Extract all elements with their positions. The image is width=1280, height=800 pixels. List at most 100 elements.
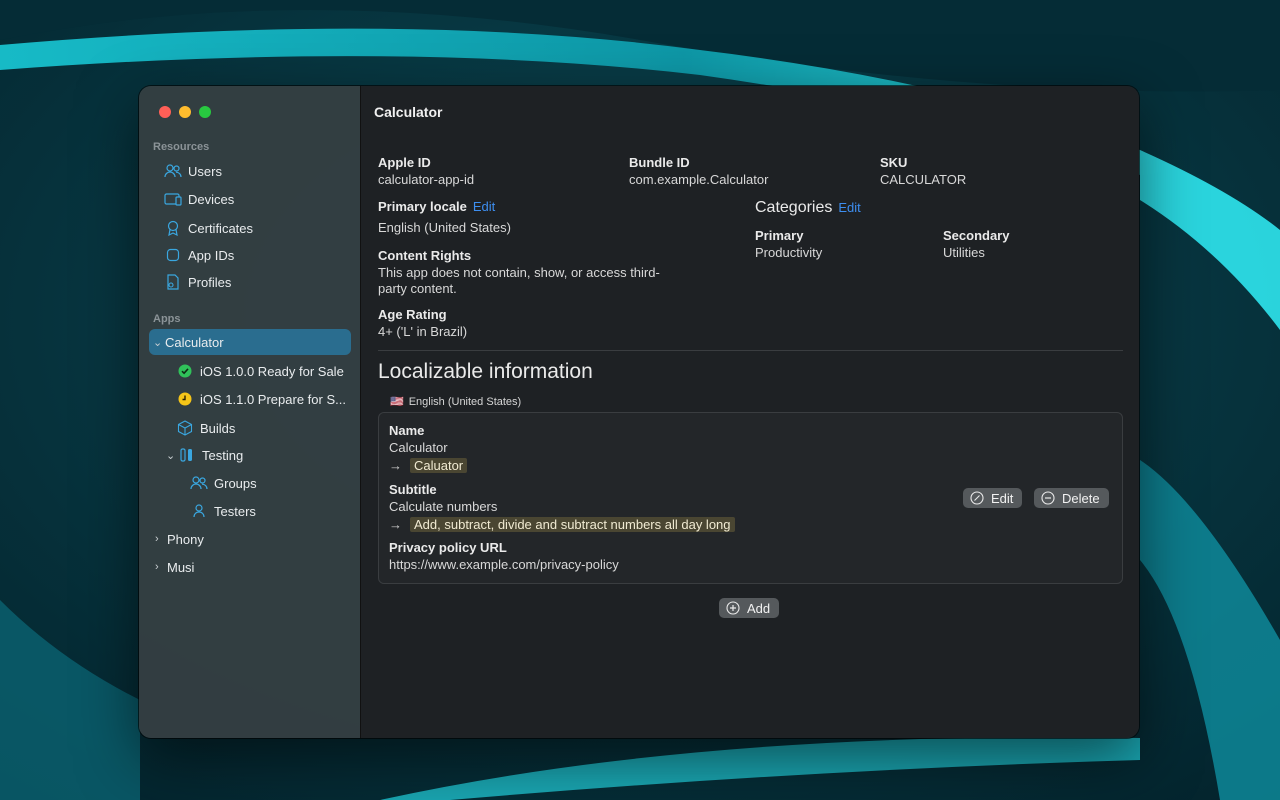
age-rating-field: Age Rating 4+ ('L' in Brazil) <box>378 307 467 340</box>
localization-card: Name Calculator → Caluator Subtitle Calcu… <box>378 412 1123 584</box>
sidebar-item-label: Builds <box>200 420 236 436</box>
sidebar-item-testers[interactable]: Testers <box>190 498 256 524</box>
localizable-heading: Localizable information <box>378 360 593 383</box>
delete-button-label: Delete <box>1062 490 1100 506</box>
delete-button[interactable]: Delete <box>1034 488 1109 508</box>
sidebar-item-label: Musi <box>167 559 195 575</box>
cube-icon <box>176 420 194 436</box>
subtitle-label: Subtitle <box>389 482 437 497</box>
edit-categories-link[interactable]: Edit <box>838 200 860 215</box>
privacy-url-label: Privacy policy URL <box>389 540 507 555</box>
edit-primary-locale-link[interactable]: Edit <box>473 199 495 214</box>
bundle-id-field: Bundle ID com.example.Calculator <box>629 155 768 188</box>
bundle-id-label: Bundle ID <box>629 155 690 170</box>
locale-selector[interactable]: 🇺🇸 English (United States) <box>390 395 522 409</box>
apple-id-label: Apple ID <box>378 155 431 170</box>
add-button[interactable]: Add <box>719 598 780 618</box>
edit-circle-icon <box>970 491 984 505</box>
primary-locale-value: English (United States) <box>378 220 511 235</box>
age-rating-value: 4+ ('L' in Brazil) <box>378 324 468 339</box>
sidebar-item-phony[interactable]: › Phony <box>155 526 204 552</box>
sidebar-item-devices[interactable]: Devices <box>164 186 234 212</box>
sku-field: SKU CALCULATOR <box>880 155 966 188</box>
content-rights-label: Content Rights <box>378 248 472 263</box>
edit-button[interactable]: Edit <box>963 488 1023 508</box>
privacy-url-value: https://www.example.com/privacy-policy <box>389 557 619 572</box>
secondary-category-value: Utilities <box>943 245 985 260</box>
content-rights-value: This app does not contain, show, or acce… <box>378 265 660 296</box>
chevron-down-icon[interactable]: ⌄ <box>166 449 176 462</box>
secondary-category-label: Secondary <box>943 228 1010 243</box>
sidebar-item-label: Devices <box>188 191 235 207</box>
sidebar-item-groups[interactable]: Groups <box>190 470 257 496</box>
sidebar-item-label: Phony <box>167 531 204 547</box>
sku-label: SKU <box>880 155 908 170</box>
subtitle-new-value: Add, subtract, divide and subtract numbe… <box>410 517 735 532</box>
sidebar-item-label: Groups <box>214 475 257 491</box>
clock-icon <box>176 391 194 407</box>
sidebar-item-testing[interactable]: ⌄ Testing <box>166 442 243 468</box>
plus-circle-icon <box>726 601 740 615</box>
app-id-icon <box>164 247 182 263</box>
us-flag-icon: 🇺🇸 <box>390 396 404 408</box>
sidebar-item-builds[interactable]: Builds <box>176 415 235 441</box>
chevron-down-icon[interactable]: ⌄ <box>153 336 163 349</box>
locale-label: English (United States) <box>408 395 522 408</box>
close-window-button[interactable] <box>159 106 171 118</box>
arrow-right-icon: → <box>389 517 402 532</box>
add-button-label: Add <box>747 600 771 616</box>
main-content: Calculator Apple ID calculator-app-id Bu… <box>361 86 1139 738</box>
arrow-right-icon: → <box>389 458 402 473</box>
section-divider <box>378 350 1123 351</box>
apple-id-value: calculator-app-id <box>378 172 475 187</box>
app-window: Resources Users Devices Certificates App… <box>139 86 1139 738</box>
users-icon <box>190 475 208 491</box>
name-change: → Caluator <box>389 458 468 474</box>
primary-category-field: Primary Productivity <box>755 228 822 261</box>
primary-locale-field: Primary locale Edit English (United State… <box>378 199 511 236</box>
sidebar: Resources Users Devices Certificates App… <box>139 86 361 738</box>
primary-category-value: Productivity <box>755 245 823 260</box>
sidebar-item-label: iOS 1.0.0 Ready for Sale <box>200 363 344 379</box>
primary-locale-label: Primary locale <box>378 199 467 214</box>
window-controls <box>159 106 211 118</box>
edit-button-label: Edit <box>991 490 1014 506</box>
users-icon <box>164 163 182 179</box>
sidebar-item-profiles[interactable]: Profiles <box>164 269 231 295</box>
zoom-window-button[interactable] <box>199 106 211 118</box>
content-rights-field: Content Rights This app does not contain… <box>378 248 688 297</box>
sidebar-item-version-ready[interactable]: iOS 1.0.0 Ready for Sale <box>176 358 344 384</box>
name-new-value: Caluator <box>410 458 468 473</box>
checkmark-circle-icon <box>176 363 194 379</box>
minimize-window-button[interactable] <box>179 106 191 118</box>
sidebar-item-label: iOS 1.1.0 Prepare for S... <box>200 391 346 407</box>
sidebar-item-users[interactable]: Users <box>164 158 222 184</box>
sidebar-item-calculator[interactable]: ⌄ Calculator <box>149 329 351 355</box>
sku-value: CALCULATOR <box>880 172 967 187</box>
privacy-url-field: Privacy policy URL https://www.example.c… <box>389 540 619 573</box>
sidebar-item-certificates[interactable]: Certificates <box>164 215 253 241</box>
certificate-icon <box>164 220 182 236</box>
categories-label: Categories <box>755 199 833 216</box>
profile-icon <box>164 274 182 290</box>
sidebar-item-label: Calculator <box>165 334 224 350</box>
sidebar-item-label: Testing <box>202 447 244 463</box>
chevron-right-icon[interactable]: › <box>155 561 165 573</box>
window-title: Calculator <box>374 104 443 120</box>
age-rating-label: Age Rating <box>378 307 447 322</box>
resources-section-label: Resources <box>153 141 210 153</box>
sidebar-item-version-prepare[interactable]: iOS 1.1.0 Prepare for S... <box>176 386 346 412</box>
minus-circle-icon <box>1041 491 1055 505</box>
categories-heading: Categories Edit <box>755 199 861 217</box>
sidebar-item-label: Profiles <box>188 274 232 290</box>
subtitle-field: Subtitle Calculate numbers → Add, subtrac… <box>389 482 735 533</box>
name-label: Name <box>389 423 425 438</box>
apps-section-label: Apps <box>153 313 181 325</box>
apple-id-field: Apple ID calculator-app-id <box>378 155 474 188</box>
sidebar-item-musi[interactable]: › Musi <box>155 554 194 580</box>
devices-icon <box>164 191 182 207</box>
bundle-id-value: com.example.Calculator <box>629 172 769 187</box>
subtitle-value: Calculate numbers <box>389 499 498 514</box>
sidebar-item-app-ids[interactable]: App IDs <box>164 242 234 268</box>
chevron-right-icon[interactable]: › <box>155 533 165 545</box>
